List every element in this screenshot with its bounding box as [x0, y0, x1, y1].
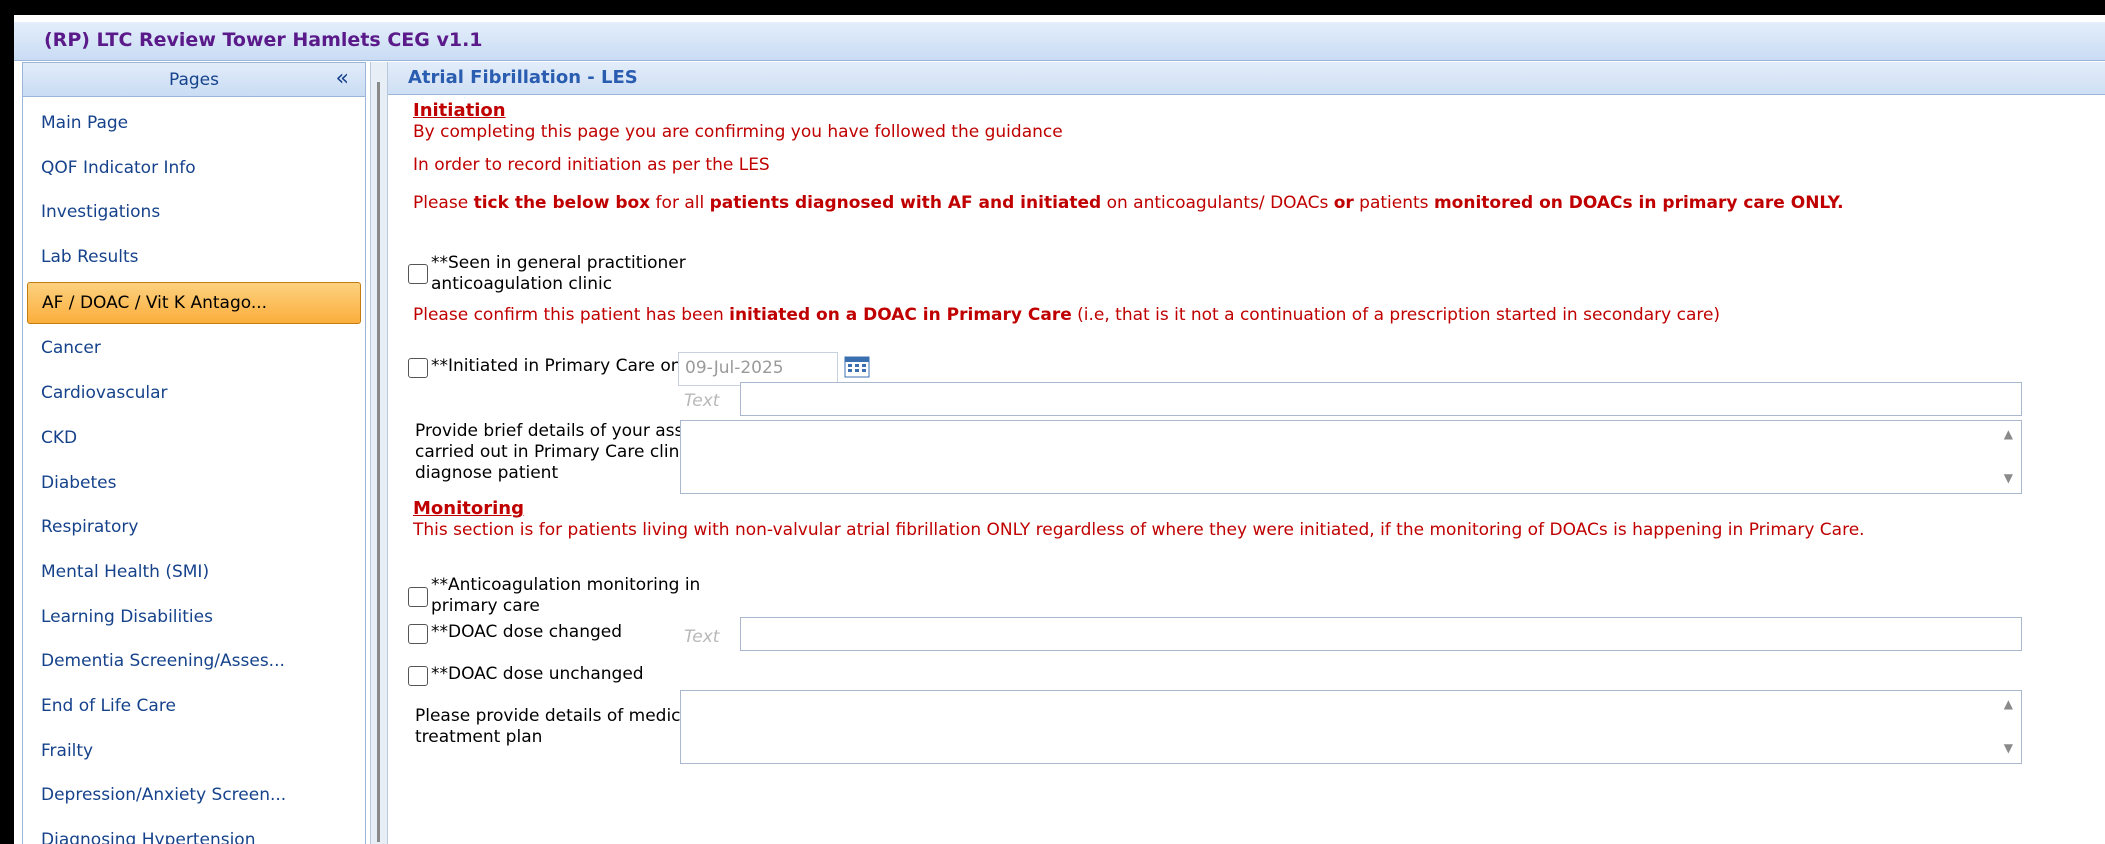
sidebar-item[interactable]: Dementia Screening/Asses... [27, 641, 361, 681]
doac-dose-unchanged-label: **DOAC dose unchanged [431, 664, 644, 684]
panel-header: Atrial Fibrillation - LES [388, 62, 2105, 95]
monitoring-description: This section is for patients living with… [413, 520, 1865, 540]
initiation-text-input[interactable] [740, 382, 2022, 416]
sidebar-item[interactable]: Diagnosing Hypertension [27, 820, 361, 844]
sidebar-item[interactable]: AF / DOAC / Vit K Antago... [27, 281, 361, 324]
collapse-sidebar-button[interactable]: « [336, 66, 349, 91]
sidebar-item[interactable]: Depression/Anxiety Screen... [27, 775, 361, 815]
doac-dose-changed-label: **DOAC dose changed [431, 622, 623, 642]
anticoagulation-monitoring-checkbox[interactable] [408, 587, 428, 607]
sidebar-item-label: Diagnosing Hypertension [41, 830, 256, 844]
sidebar-item-label: Learning Disabilities [41, 606, 213, 627]
pages-sidebar: Pages « Main Page QOF Indicator Info Inves… [22, 62, 366, 844]
sidebar-item-label: Investigations [41, 202, 161, 223]
sidebar-item[interactable]: Mental Health (SMI) [27, 552, 361, 592]
text-run: patients [1353, 193, 1434, 213]
scroll-up-icon[interactable]: ▲ [2004, 427, 2013, 441]
sidebar-item[interactable]: Respiratory [27, 507, 361, 547]
dose-changed-placeholder-label: Text [684, 627, 720, 647]
sidebar-item-label: QOF Indicator Info [41, 157, 196, 178]
guidance-text: By completing this page you are confirmi… [413, 122, 1063, 142]
sidebar-item-label: Diabetes [41, 472, 117, 493]
sidebar-item-label: CKD [41, 427, 78, 448]
sidebar-item-label: Cardiovascular [41, 383, 168, 404]
sidebar-item[interactable]: Learning Disabilities [27, 597, 361, 637]
seen-gp-clinic-label: **Seen in general practitioner anticoagu… [431, 253, 686, 294]
sidebar-item[interactable]: End of Life Care [27, 686, 361, 726]
sidebar-header: Pages « [23, 63, 365, 97]
panel-title: Atrial Fibrillation - LES [408, 67, 638, 88]
form-panel: Atrial Fibrillation - LES Initiation By … [388, 62, 2105, 844]
window-title: (RP) LTC Review Tower Hamlets CEG v1.1 [44, 29, 483, 51]
doac-dose-unchanged-checkbox[interactable] [408, 666, 428, 686]
confirm-initiated-text: Please confirm this patient has been ini… [413, 305, 1720, 325]
sidebar-item-label: Mental Health (SMI) [41, 561, 210, 582]
text-run: Please [413, 193, 474, 213]
sidebar-item[interactable]: CKD [27, 418, 361, 458]
splitter-handle[interactable] [370, 62, 388, 844]
tick-instruction: Please tick the below box for all patien… [413, 193, 1844, 213]
sidebar-item-label: Frailty [41, 740, 94, 761]
scroll-down-icon[interactable]: ▼ [2004, 741, 2013, 755]
anticoagulation-monitoring-label: **Anticoagulation monitoring in primary … [431, 575, 701, 616]
treatment-plan-textarea[interactable]: ▲ ▼ [680, 690, 2022, 764]
sidebar-item[interactable]: Main Page [27, 103, 361, 143]
initiated-date-field[interactable]: 09-Jul-2025 [678, 352, 838, 386]
sidebar-title: Pages [168, 70, 219, 90]
text-run: Please confirm this patient has been [413, 305, 730, 325]
sidebar-item[interactable]: Frailty [27, 731, 361, 771]
doac-dose-changed-checkbox[interactable] [408, 624, 428, 644]
text-run: tick the below box [473, 193, 651, 213]
sidebar-item[interactable]: Lab Results [27, 237, 361, 277]
les-text: In order to record initiation as per the… [413, 155, 770, 175]
text-run: or [1333, 193, 1354, 213]
treatment-plan-label: Please provide details of medication tre… [415, 706, 724, 747]
sidebar-item[interactable]: QOF Indicator Info [27, 148, 361, 188]
text-run: for all [650, 193, 710, 213]
text-placeholder-label: Text [684, 391, 720, 411]
sidebar-item[interactable]: Diabetes [27, 463, 361, 503]
scroll-down-icon[interactable]: ▼ [2004, 471, 2013, 485]
page-navigation: Main Page QOF Indicator Info Investigation… [23, 103, 365, 844]
sidebar-item[interactable]: Cardiovascular [27, 373, 361, 413]
text-run: initiated on a DOAC in Primary Care [729, 305, 1072, 325]
dose-changed-text-input[interactable] [740, 617, 2022, 651]
sidebar-item[interactable]: Investigations [27, 192, 361, 232]
sidebar-item-label: Cancer [41, 338, 101, 359]
initiated-primary-care-checkbox[interactable] [408, 358, 428, 378]
text-run: monitored on DOACs in primary care ONLY. [1433, 193, 1844, 213]
sidebar-item-label: Lab Results [41, 247, 139, 268]
initiation-heading: Initiation [413, 100, 506, 121]
seen-gp-clinic-checkbox[interactable] [408, 264, 428, 284]
scroll-up-icon[interactable]: ▲ [2004, 697, 2013, 711]
sidebar-item-label: End of Life Care [41, 695, 176, 716]
sidebar-item-label: AF / DOAC / Vit K Antago... [42, 292, 268, 313]
sidebar-item-label: Depression/Anxiety Screen... [41, 785, 287, 806]
text-run: (i.e, that is it not a continuation of a… [1071, 305, 1721, 325]
sidebar-item-label: Respiratory [41, 517, 139, 538]
monitoring-heading: Monitoring [413, 498, 524, 519]
sidebar-item-label: Dementia Screening/Asses... [41, 651, 285, 672]
text-run: on anticoagulants/ DOACs [1101, 193, 1334, 213]
calendar-icon[interactable] [844, 356, 870, 378]
application-window: (RP) LTC Review Tower Hamlets CEG v1.1 P… [14, 15, 2105, 844]
text-run: patients diagnosed with AF and initiated [709, 193, 1102, 213]
sidebar-item-label: Main Page [41, 113, 129, 133]
assessment-details-textarea[interactable]: ▲ ▼ [680, 420, 2022, 494]
title-bar: (RP) LTC Review Tower Hamlets CEG v1.1 [14, 22, 2105, 61]
sidebar-item[interactable]: Cancer [27, 328, 361, 368]
